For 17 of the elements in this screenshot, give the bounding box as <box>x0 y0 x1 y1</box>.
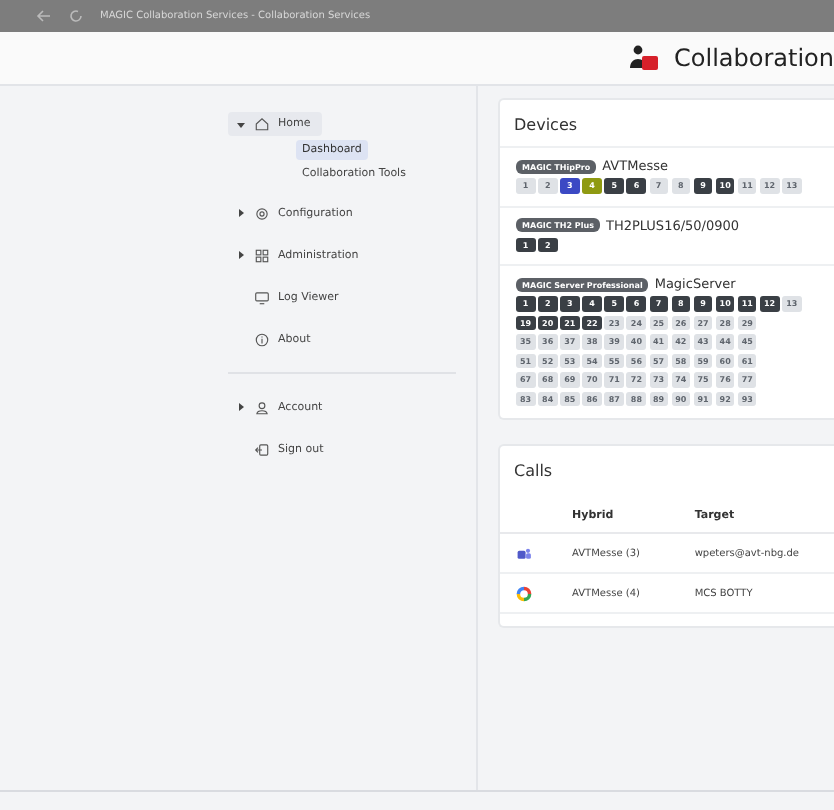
card-title: Devices <box>512 114 580 138</box>
monitor-icon <box>254 289 270 305</box>
info-icon <box>254 331 270 347</box>
card-title: Calls <box>512 460 555 484</box>
grid-icon <box>254 247 270 263</box>
home-icon <box>254 116 270 132</box>
people-icon <box>516 546 532 562</box>
sign-out-icon <box>254 441 270 457</box>
logo-icon <box>626 42 663 74</box>
caret-icon[interactable] <box>236 208 246 218</box>
caret-icon[interactable] <box>236 119 246 129</box>
caret-icon[interactable] <box>236 250 246 260</box>
gear-icon <box>254 205 270 221</box>
app-title: Collaboration <box>674 44 834 72</box>
caret-icon[interactable] <box>236 402 246 412</box>
ring-icon <box>516 586 532 602</box>
person-icon <box>254 399 270 415</box>
